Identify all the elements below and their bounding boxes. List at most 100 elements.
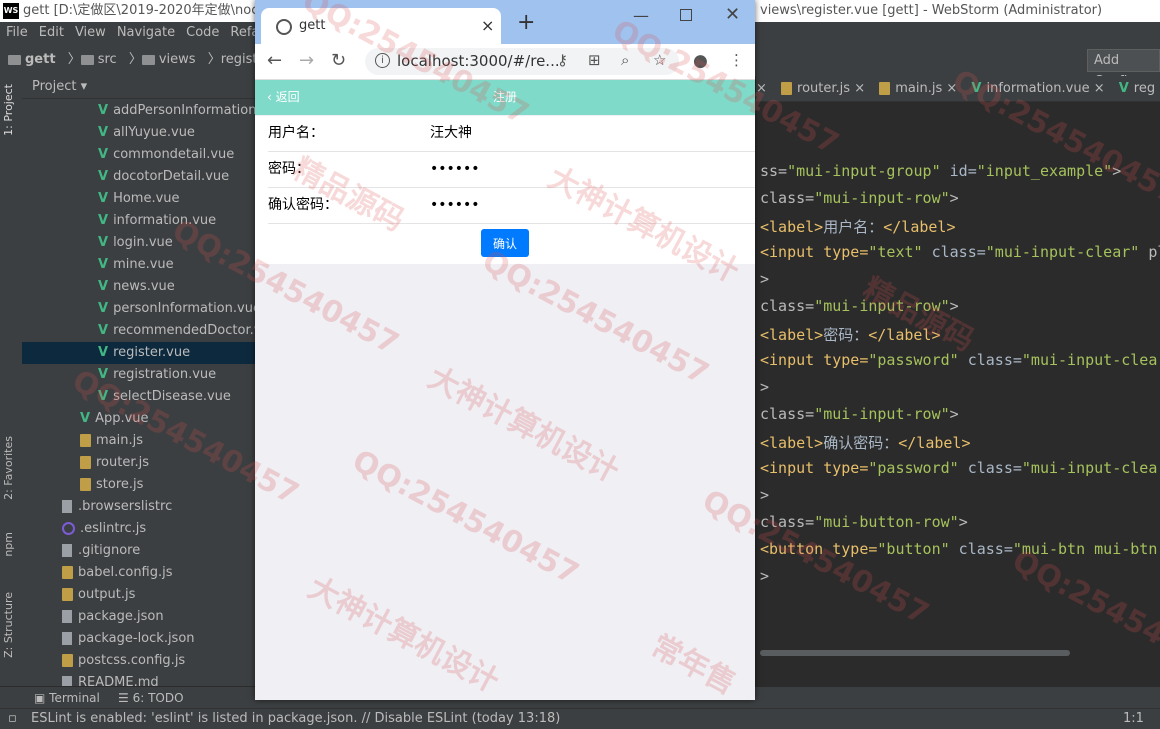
password-input[interactable]: •••••• — [430, 152, 480, 187]
back-arrow-icon[interactable]: ← — [267, 50, 282, 71]
menu-dots-icon[interactable]: ⋮ — [729, 51, 744, 69]
tree-item[interactable]: V App.vue — [80, 408, 149, 430]
breadcrumb-src[interactable]: 〉 src — [68, 44, 117, 76]
menu-file[interactable]: File — [6, 25, 28, 40]
tree-item[interactable]: router.js — [80, 452, 149, 474]
terminal-tab[interactable]: ▣ Terminal — [34, 687, 100, 709]
tab-favorites[interactable]: 2: Favorites — [2, 436, 20, 500]
tree-item[interactable]: .gitignore — [62, 540, 140, 562]
breadcrumb-project[interactable]: gett — [8, 44, 56, 76]
tree-item[interactable]: Vcommondetail.vue — [98, 144, 234, 166]
tree-item[interactable]: VallYuyue.vue — [98, 122, 195, 144]
menu-navigate[interactable]: Navigate — [117, 25, 175, 40]
caret-position[interactable]: 1:1 — [1123, 709, 1144, 729]
tree-item-label: personInformation.vue — [113, 301, 256, 316]
status-message[interactable]: ESLint is enabled: 'eslint' is listed in… — [31, 709, 560, 729]
editor-tab-router[interactable]: router.js × — [781, 81, 865, 96]
close-tab-icon[interactable]: × — [481, 8, 494, 44]
menu-code[interactable]: Code — [186, 25, 219, 40]
zoom-icon[interactable]: ⌕ — [621, 51, 629, 69]
todo-tab[interactable]: ☰ 6: TODO — [118, 687, 184, 709]
menu-edit[interactable]: Edit — [39, 25, 64, 40]
tree-item[interactable]: VselectDisease.vue — [98, 386, 231, 408]
tree-item[interactable]: VpersonInformation.vue — [98, 298, 256, 320]
tree-item[interactable]: Vnews.vue — [98, 276, 175, 298]
menu-view[interactable]: View — [75, 25, 106, 40]
vue-file-icon: V — [98, 257, 109, 272]
tab-close-icon[interactable]: × — [756, 81, 767, 96]
code-line: class="mui-input-row"> — [760, 297, 959, 315]
vue-file-icon: V — [98, 169, 109, 184]
tree-item[interactable]: VaddPersonInformation — [98, 100, 256, 122]
address-bar[interactable]: i localhost:3000/#/re... — [365, 48, 679, 75]
add-configuration-button[interactable]: Add Config — [1087, 49, 1160, 89]
vue-file-icon: V — [98, 345, 109, 360]
js-file-icon — [781, 82, 793, 95]
tree-item[interactable]: babel.config.js — [62, 562, 173, 584]
vue-file-icon: V — [98, 323, 109, 338]
tree-item[interactable]: postcss.config.js — [62, 650, 185, 672]
tree-item[interactable]: VrecommendedDoctor.v — [98, 320, 256, 342]
file-icon — [62, 632, 72, 645]
maximize-icon[interactable] — [680, 9, 692, 21]
close-window-icon[interactable]: ✕ — [725, 4, 740, 25]
vue-file-icon: V — [98, 235, 109, 250]
username-input[interactable]: 汪大神 — [430, 116, 472, 151]
star-icon[interactable]: ☆ — [653, 51, 666, 69]
code-line: > — [760, 567, 770, 585]
tree-item[interactable]: .eslintrc.js — [62, 518, 146, 540]
tree-item[interactable]: output.js — [62, 584, 135, 606]
tree-item-label: selectDisease.vue — [113, 389, 231, 404]
tree-item[interactable]: .browserslistrc — [62, 496, 172, 518]
status-icon: ▫ — [8, 711, 17, 726]
tab-npm[interactable]: npm — [2, 532, 20, 557]
tree-item[interactable]: README.md — [62, 672, 159, 686]
editor-tab-main[interactable]: main.js × — [879, 81, 957, 96]
vue-file-icon: V — [98, 389, 109, 404]
tree-item[interactable]: Vmine.vue — [98, 254, 174, 276]
tree-item[interactable]: store.js — [80, 474, 143, 496]
username-row: 用户名： 汪大神 — [268, 116, 755, 152]
translate-icon[interactable]: ⊞ — [588, 51, 601, 69]
tab-structure[interactable]: Z: Structure — [2, 592, 20, 658]
tree-item-label: main.js — [96, 433, 143, 448]
new-tab-icon[interactable]: + — [517, 10, 535, 35]
tree-item-label: recommendedDoctor.v — [113, 323, 256, 338]
vue-file-icon: V — [98, 301, 109, 316]
account-icon[interactable]: ● — [693, 51, 708, 71]
code-line: > — [760, 486, 770, 504]
minimize-icon[interactable]: — — [633, 6, 649, 25]
tree-item[interactable]: package-lock.json — [62, 628, 195, 650]
confirm-password-input[interactable]: •••••• — [430, 188, 480, 223]
tree-item[interactable]: main.js — [80, 430, 143, 452]
tree-item[interactable]: package.json — [62, 606, 164, 628]
tree-item[interactable]: Vinformation.vue — [98, 210, 216, 232]
vue-file-icon: V — [98, 279, 109, 294]
breadcrumb-views[interactable]: 〉 views — [129, 44, 196, 76]
tree-item[interactable]: Vregistration.vue — [98, 364, 216, 386]
editor-horizontal-scrollbar[interactable] — [760, 650, 1070, 656]
tree-item-label: postcss.config.js — [78, 653, 186, 668]
project-panel-header[interactable]: Project ▾ — [22, 76, 256, 99]
key-icon[interactable]: ⚷ — [557, 51, 568, 69]
tree-item[interactable]: Vregister.vue — [22, 342, 256, 364]
tab-project[interactable]: 1: Project — [2, 84, 20, 136]
reload-icon[interactable]: ↻ — [331, 50, 346, 71]
confirm-button[interactable]: 确认 — [481, 229, 529, 257]
file-icon — [62, 544, 72, 557]
tree-item[interactable]: Vlogin.vue — [98, 232, 173, 254]
info-icon[interactable]: i — [375, 53, 390, 68]
tree-item[interactable]: V Home.vue — [98, 188, 180, 210]
tree-item-label: addPersonInformation — [113, 103, 256, 118]
tree-item-label: router.js — [96, 455, 150, 470]
vue-file-icon: V — [80, 411, 91, 426]
tree-item-label: output.js — [78, 587, 136, 602]
browser-tab[interactable]: gett × — [261, 8, 501, 44]
editor-tab-register[interactable]: Vreg — [1119, 81, 1155, 96]
code-editor[interactable]: ss="mui-input-group" id="input_example">… — [756, 102, 1160, 662]
editor-tab-information[interactable]: Vinformation.vue × — [971, 81, 1104, 96]
browser-toolbar: ← → ↻ i localhost:3000/#/re... ⚷ ⊞ ⌕ ☆ ●… — [255, 44, 755, 80]
tree-item-label: docotorDetail.vue — [113, 169, 230, 184]
tree-item[interactable]: VdocotorDetail.vue — [98, 166, 229, 188]
forward-arrow-icon[interactable]: → — [299, 50, 314, 71]
